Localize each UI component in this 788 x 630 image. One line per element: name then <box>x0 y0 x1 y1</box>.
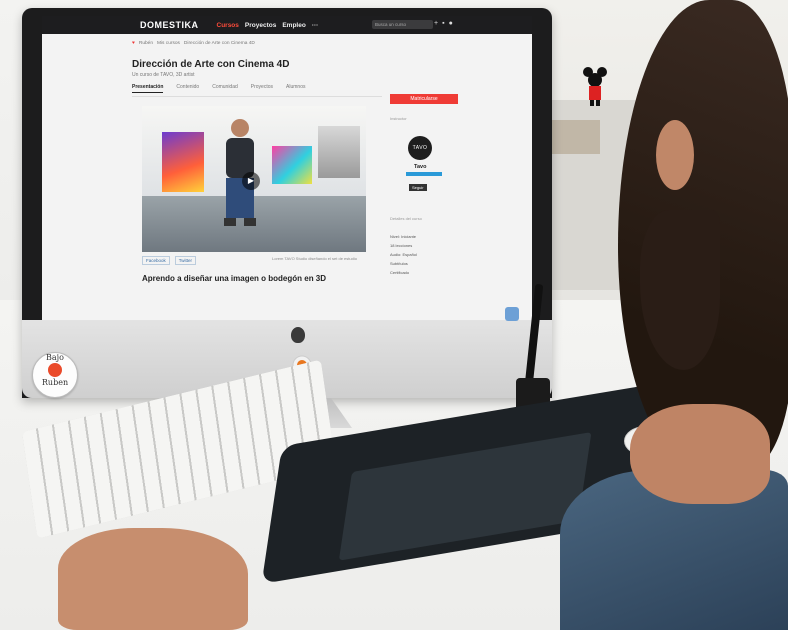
breadcrumb-item-user[interactable]: Rubén <box>139 41 153 46</box>
nav-proyectos[interactable]: Proyectos <box>245 22 276 29</box>
feature-item: Subtítulos <box>390 261 408 266</box>
nav-icons: + ▪ ● <box>434 20 453 27</box>
breadcrumb: ♥ Rubén Mis cursos Dirección de Arte con… <box>132 41 255 46</box>
tab-presentacion[interactable]: Presentación <box>132 84 164 93</box>
course-features-list: Nivel: Iniciante 18 lecciones Audio: Esp… <box>390 232 417 277</box>
nav-empleo[interactable]: Empleo <box>282 22 305 29</box>
share-buttons: Facebook Twitter <box>142 256 197 265</box>
person-ear <box>656 120 694 190</box>
name-sticker: Bajo Ruben <box>32 352 78 398</box>
play-icon[interactable]: ▶ <box>242 172 260 190</box>
left-hand <box>58 528 248 630</box>
share-twitter-button[interactable]: Twitter <box>174 256 197 265</box>
nav-links: Cursos Proyectos Empleo ··· <box>217 22 319 29</box>
photo-scene: Bajo Ruben DOMESTIKA Cursos Proyectos Em… <box>0 0 788 630</box>
right-hand <box>630 404 770 504</box>
sticker-line1: Bajo <box>46 353 64 362</box>
apple-logo-icon <box>291 327 305 343</box>
instructor-badge <box>406 172 442 176</box>
course-sidebar: Matricularse Instructor TAVO Tavo Seguir… <box>390 92 460 320</box>
feature-item: Nivel: Iniciante <box>390 234 417 239</box>
domestika-heart-icon: ♥ <box>132 41 135 46</box>
top-navigation: DOMESTIKA Cursos Proyectos Empleo ··· Bu… <box>42 16 532 34</box>
course-section-heading: Aprendo a diseñar una imagen o bodegón e… <box>142 274 327 283</box>
enroll-button[interactable]: Matricularse <box>390 94 458 104</box>
sticker-dot-icon <box>48 363 62 377</box>
instructor-section-label: Instructor <box>390 116 407 121</box>
instructor-logo[interactable]: TAVO <box>408 136 432 160</box>
instructor-name[interactable]: Tavo <box>414 164 426 170</box>
screen-corner-badge-icon <box>505 307 519 321</box>
follow-button[interactable]: Seguir <box>409 184 427 191</box>
course-tabs: Presentación Contenido Comunidad Proyect… <box>132 84 305 93</box>
video-poster-right <box>318 126 360 178</box>
feature-item: Audio: Español <box>390 252 417 257</box>
tab-proyectos[interactable]: Proyectos <box>251 84 273 93</box>
nav-more[interactable]: ··· <box>312 22 319 29</box>
course-title: Dirección de Arte con Cinema 4D <box>132 59 290 70</box>
add-icon[interactable]: + <box>434 20 438 27</box>
nav-cursos[interactable]: Cursos <box>217 22 239 29</box>
mickey-figurine <box>583 67 607 106</box>
course-subtitle: Un curso de TAVO, 3D artist <box>132 72 195 78</box>
video-caption: Lorem TAVO Studio diseñando el set de es… <box>272 256 357 261</box>
video-poster-center <box>272 146 312 184</box>
course-video-player[interactable]: ▶ <box>142 106 366 252</box>
tab-comunidad[interactable]: Comunidad <box>212 84 238 93</box>
course-details-label: Detalles del curso <box>390 216 422 221</box>
cart-icon[interactable]: ▪ <box>442 20 444 27</box>
video-poster-left <box>162 132 204 192</box>
share-facebook-button[interactable]: Facebook <box>142 256 170 265</box>
breadcrumb-item-current: Dirección de Arte con Cinema 4D <box>183 41 255 46</box>
feature-item: 18 lecciones <box>390 243 413 248</box>
avatar-icon[interactable]: ● <box>449 20 453 27</box>
sticker-line2: Ruben <box>41 378 69 387</box>
feature-item: Certificado <box>390 270 410 275</box>
tab-alumnos[interactable]: Alumnos <box>286 84 305 93</box>
monitor-screen: DOMESTIKA Cursos Proyectos Empleo ··· Bu… <box>42 16 532 320</box>
search-input[interactable]: Busca un curso <box>372 20 433 29</box>
tabs-divider <box>132 96 382 97</box>
breadcrumb-item-courses[interactable]: Mis cursos <box>157 41 180 46</box>
brand-logo[interactable]: DOMESTIKA <box>140 20 199 30</box>
tab-contenido[interactable]: Contenido <box>176 84 199 93</box>
